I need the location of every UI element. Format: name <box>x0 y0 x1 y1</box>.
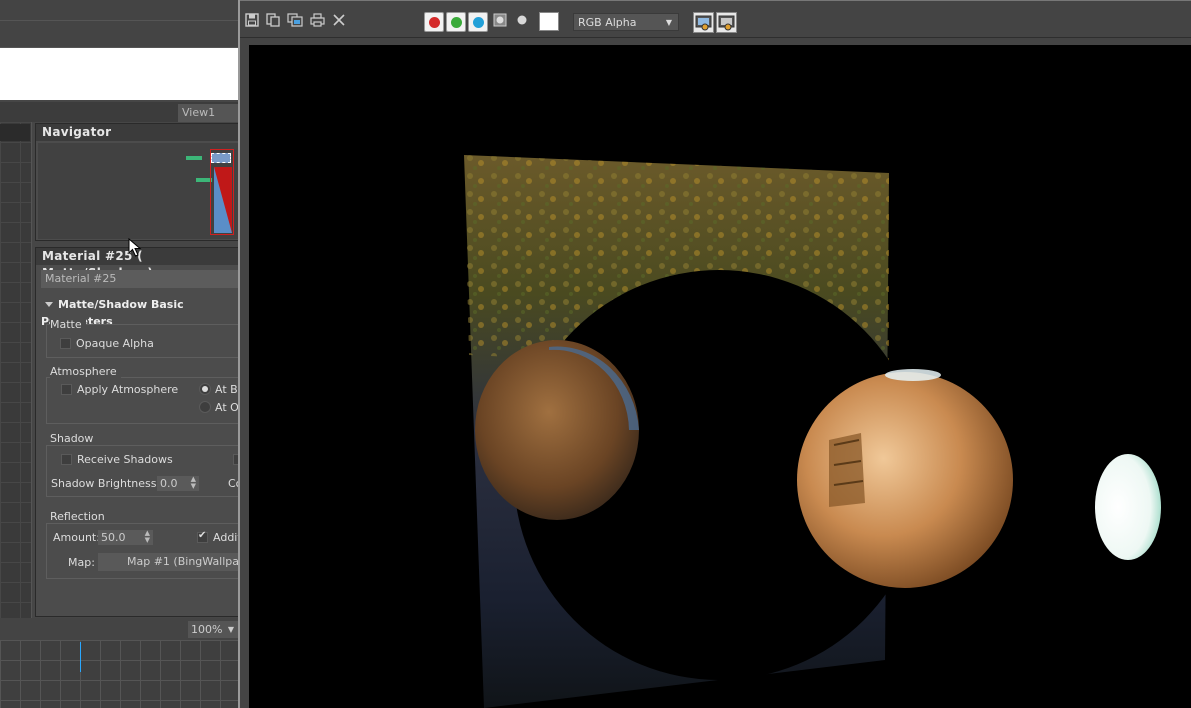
print-icon[interactable] <box>309 13 325 29</box>
nav-node-red <box>214 167 232 233</box>
green-channel-icon <box>451 17 462 28</box>
node-view-area[interactable] <box>0 122 32 618</box>
rollout-matte-shadow[interactable]: Matte/Shadow Basic Parameters <box>41 296 241 328</box>
blue-channel-icon <box>473 17 484 28</box>
alpha-channel-icon[interactable] <box>492 13 508 29</box>
material-parameter-panel: Material #25 ( Matte/Shadow ) Material #… <box>35 247 246 617</box>
navigator-title: Navigator <box>36 124 239 141</box>
shadow-brightness-value: 0.0 <box>160 477 178 490</box>
slate-top-area <box>0 0 240 48</box>
timeline-cursor <box>80 642 81 672</box>
amount-label: Amount: <box>53 531 100 544</box>
group-label-matte: Matte <box>50 318 86 331</box>
zoom-value: 100% <box>191 623 223 636</box>
view-tab-bar: View1 <box>0 102 240 122</box>
node-view-header <box>0 124 30 141</box>
receive-shadows-label: Receive Shadows <box>77 453 173 466</box>
amount-spinner[interactable]: 50.0 ▲ ▼ <box>98 530 153 545</box>
collapse-triangle-icon <box>45 302 53 307</box>
slate-status-bar: 100% ▼ <box>0 618 240 640</box>
green-channel-button[interactable] <box>446 12 466 32</box>
shadow-brightness-label: Shadow Brightness: <box>51 477 161 490</box>
material-name-field[interactable]: Material #25 <box>41 270 241 288</box>
group-label-atmosphere: Atmosphere <box>50 365 121 378</box>
blue-channel-button[interactable] <box>468 12 488 32</box>
reflection-map-button[interactable]: Map #1 (BingWallpaper <box>98 553 240 571</box>
nav-selection-box[interactable] <box>211 153 231 163</box>
channel-display-dropdown[interactable]: RGB Alpha ▼ <box>573 13 679 31</box>
opaque-alpha-label: Opaque Alpha <box>76 337 154 350</box>
at-background-radio[interactable] <box>199 383 211 395</box>
node-view-bottom[interactable] <box>0 640 240 708</box>
additive-checkbox[interactable] <box>197 530 208 543</box>
zoom-dropdown[interactable]: 100% ▼ <box>188 621 238 638</box>
background-color-swatch[interactable] <box>539 12 559 31</box>
spinner-arrows-icon[interactable]: ▲ ▼ <box>145 530 150 544</box>
channel-display-value: RGB Alpha <box>578 16 637 29</box>
view-tab-view1[interactable]: View1 <box>178 104 238 122</box>
group-label-reflection: Reflection <box>50 510 109 523</box>
nav-node-marker <box>186 156 202 160</box>
rendered-image <box>464 155 1161 708</box>
chevron-down-icon: ▼ <box>227 625 234 634</box>
monochrome-icon[interactable] <box>514 13 530 29</box>
render-toolbar: RGB Alpha ▼ <box>240 0 1191 38</box>
map-label: Map: <box>68 556 95 569</box>
clear-icon[interactable] <box>331 13 347 29</box>
app-root: View1 Navigator Material #25 ( Matte/Sha… <box>0 0 1191 708</box>
toggle-ui-overlay-icon[interactable] <box>693 12 714 33</box>
spinner-arrows-icon[interactable]: ▲ ▼ <box>191 476 196 490</box>
copy-icon[interactable] <box>265 13 281 29</box>
apply-atmosphere-checkbox[interactable] <box>61 384 72 395</box>
navigator-panel: Navigator <box>35 123 240 241</box>
save-icon[interactable] <box>244 13 260 29</box>
rendered-frame-window: RGB Alpha ▼ <box>238 0 1191 708</box>
red-channel-button[interactable] <box>424 12 444 32</box>
group-label-shadow: Shadow <box>50 432 98 445</box>
chevron-down-icon: ▼ <box>665 18 672 27</box>
clone-window-icon[interactable] <box>287 13 303 29</box>
at-object-radio[interactable] <box>199 401 211 413</box>
red-channel-icon <box>429 17 440 28</box>
shadow-brightness-spinner[interactable]: 0.0 ▲ ▼ <box>157 476 199 491</box>
toggle-ui-icon[interactable] <box>716 12 737 33</box>
navigator-map[interactable] <box>38 143 238 239</box>
amount-value: 50.0 <box>101 531 126 544</box>
opaque-alpha-checkbox[interactable] <box>60 338 71 349</box>
slate-white-panel <box>0 48 240 100</box>
toolbar-separator <box>240 37 1191 38</box>
render-viewport[interactable] <box>249 45 1191 708</box>
apply-atmosphere-label: Apply Atmosphere <box>77 383 179 396</box>
receive-shadows-checkbox[interactable] <box>61 454 72 465</box>
